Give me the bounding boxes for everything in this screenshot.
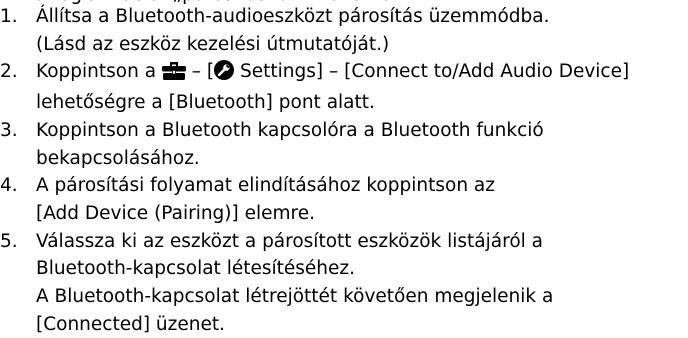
settings-wrench-icon [214, 60, 235, 89]
step-text-fragment: Koppintson a [36, 61, 162, 83]
step-text: Bluetooth-kapcsolat létesítéséhez. [36, 258, 355, 280]
step-text: lehetőségre a [Bluetooth] pont alatt. [36, 92, 375, 114]
step-text: Válassza ki az eszközt a párosított eszk… [36, 230, 543, 252]
step-number: 5. [0, 230, 18, 252]
step-text: bekapcsolásához. [36, 147, 200, 169]
toolbox-icon [161, 61, 186, 89]
step-3: 3. Koppintson a Bluetooth kapcsolóra a B… [0, 117, 688, 172]
step-text: [Add Device (Pairing)] elemre. [36, 202, 315, 224]
step-body: Válassza ki az eszközt a párosított eszk… [36, 228, 688, 338]
step-text: Állítsa a Bluetooth-audioeszközt párosít… [36, 6, 550, 27]
pairing-steps-list: 1. Állítsa a Bluetooth-audioeszközt páro… [0, 3, 688, 338]
step-text: (Lásd az eszköz kezelési útmutatóját.) [36, 33, 390, 55]
step-1: 1. Állítsa a Bluetooth-audioeszközt páro… [0, 3, 688, 58]
step-body: Állítsa a Bluetooth-audioeszközt párosít… [36, 3, 688, 58]
step-text: A Bluetooth-kapcsolat létrejöttét követő… [36, 286, 554, 308]
step-number: 3. [0, 119, 18, 141]
step-body: Koppintson a – [ Settings] – [Connect to… [36, 58, 688, 116]
step-body: A párosítási folyamat elindításához kopp… [36, 172, 688, 227]
step-text: Koppintson a Bluetooth kapcsolóra a Blue… [36, 119, 544, 141]
step-text-with-icons: Koppintson a – [ Settings] – [Connect to… [36, 58, 688, 89]
step-text: A párosítási folyamat elindításához kopp… [36, 175, 495, 197]
step-text: [Connected] üzenet. [36, 313, 225, 335]
step-4: 4. A párosítási folyamat elindításához k… [0, 172, 688, 227]
step-number: 1. [0, 6, 18, 27]
step-2: 2. Koppintson a – [ Settings] – [Connect… [0, 58, 688, 116]
step-5: 5. Válassza ki az eszközt a párosított e… [0, 228, 688, 338]
step-text-fragment: – [ [185, 61, 215, 83]
step-body: Koppintson a Bluetooth kapcsolóra a Blue… [36, 117, 688, 172]
step-number: 2. [0, 61, 18, 83]
step-number: 4. [0, 175, 18, 197]
step-text-fragment: Settings] – [Connect to/Add Audio Device… [234, 61, 630, 83]
